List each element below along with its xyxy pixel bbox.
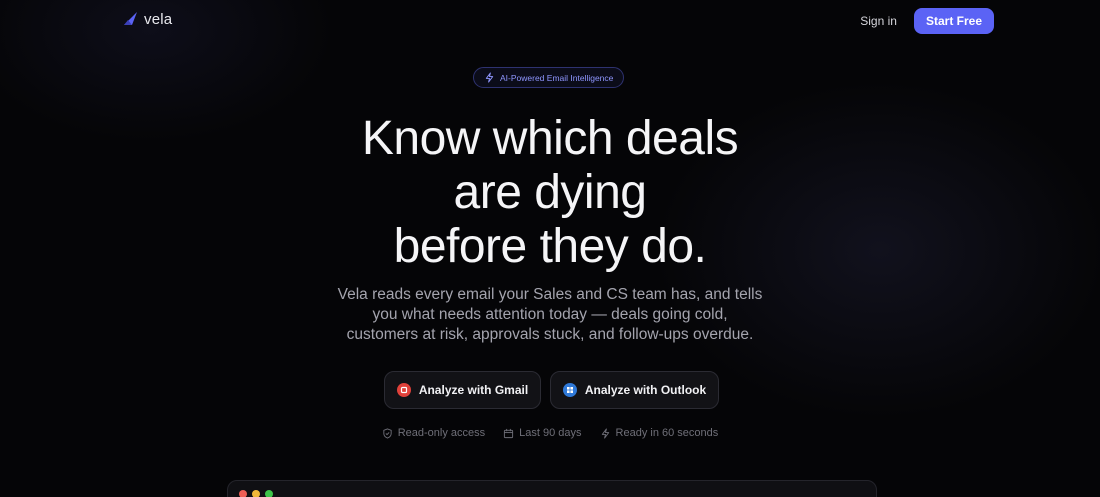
- subtitle-line: customers at risk, approvals stuck, and …: [346, 326, 754, 343]
- gmail-button-label: Analyze with Gmail: [418, 383, 529, 397]
- feature-text: Ready in 60 seconds: [615, 427, 719, 439]
- feature-item: Last 90 days: [503, 427, 582, 439]
- subtitle-line: you what needs attention today — deals g…: [372, 306, 728, 323]
- feature-item: Ready in 60 seconds: [600, 427, 719, 439]
- vela-logo-icon: [124, 12, 137, 25]
- feature-text: Last 90 days: [519, 427, 582, 439]
- feature-item: Read-only access: [382, 427, 485, 439]
- lightning-icon: [601, 427, 609, 439]
- outlook-icon: [562, 383, 577, 397]
- hero-headline: Know which deals are dying before they d…: [0, 112, 1100, 274]
- start-free-button[interactable]: Start Free: [913, 8, 994, 34]
- analyze-outlook-button[interactable]: Analyze with Outlook: [550, 371, 719, 409]
- sign-in-link[interactable]: Sign in: [860, 14, 897, 28]
- maximize-window-dot: [265, 490, 273, 497]
- badge-text: AI-Powered Email Intelligence: [500, 72, 614, 83]
- headline-line: Know which deals: [361, 112, 739, 165]
- feature-badge: AI-Powered Email Intelligence: [473, 67, 625, 88]
- window-controls: [239, 490, 273, 497]
- outlook-button-label: Analyze with Outlook: [584, 383, 707, 397]
- hero-subtitle: Vela reads every email your Sales and CS…: [0, 285, 1100, 345]
- analyze-gmail-button[interactable]: Analyze with Gmail: [384, 371, 541, 409]
- minimize-window-dot: [252, 490, 260, 497]
- feature-list: Read-only access Last 90 days Ready in 6…: [0, 427, 1100, 439]
- header-nav: Sign in Start Free: [860, 8, 994, 34]
- subtitle-line: Vela reads every email your Sales and CS…: [337, 286, 763, 303]
- headline-line: are dying: [453, 166, 647, 219]
- feature-text: Read-only access: [397, 427, 486, 439]
- landing-page: vela Sign in Start Free AI-Powered Email…: [0, 0, 1100, 497]
- headline-line: before they do.: [393, 220, 707, 273]
- brand-name: vela: [144, 10, 173, 28]
- lightning-icon: [485, 72, 494, 83]
- logo[interactable]: vela: [122, 10, 172, 28]
- gmail-icon: [396, 383, 411, 397]
- close-window-dot: [239, 490, 247, 497]
- shield-icon: [383, 427, 392, 439]
- app-preview-window: [227, 480, 877, 497]
- calendar-icon: [504, 428, 514, 438]
